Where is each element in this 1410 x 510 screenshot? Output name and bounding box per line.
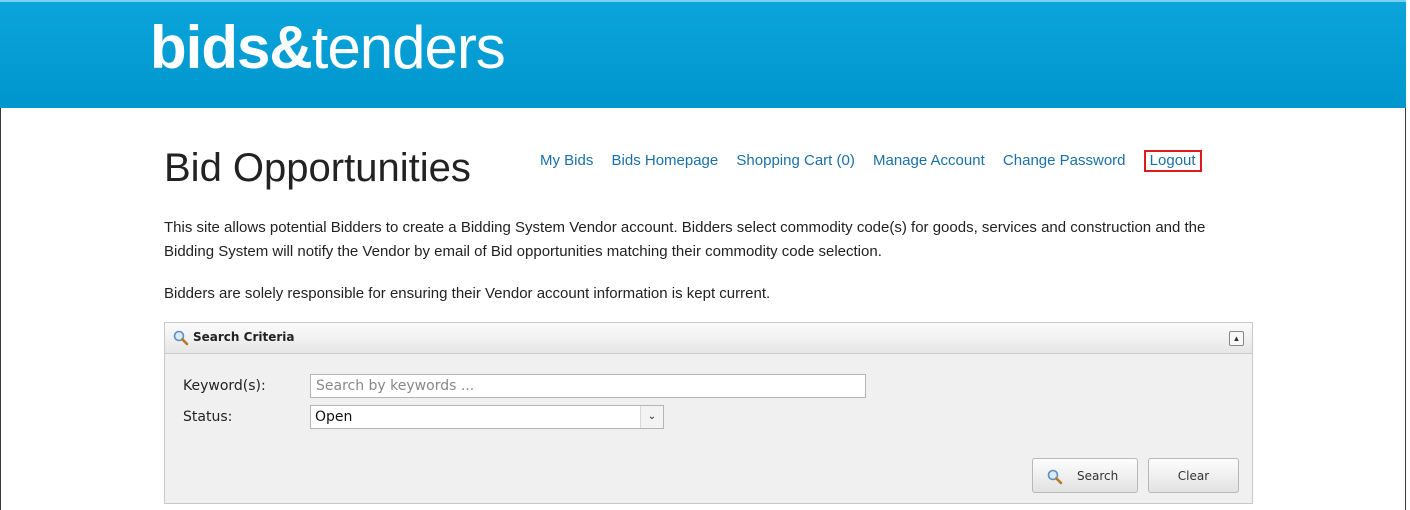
logo-light-text: tenders xyxy=(311,14,506,81)
intro-paragraph: This site allows potential Bidders to cr… xyxy=(164,219,1206,260)
top-nav: My Bids Bids Homepage Shopping Cart (0) … xyxy=(540,150,1202,172)
clear-button[interactable]: Clear xyxy=(1148,458,1239,493)
keyword-input[interactable] xyxy=(310,374,866,398)
panel-title: Search Criteria xyxy=(193,330,295,344)
status-select[interactable]: Open ⌄ xyxy=(310,405,664,429)
search-icon xyxy=(1047,469,1063,485)
nav-my-bids[interactable]: My Bids xyxy=(540,152,593,169)
chevron-down-icon[interactable]: ⌄ xyxy=(640,406,663,428)
nav-shopping-cart[interactable]: Shopping Cart (0) xyxy=(736,152,854,169)
logo-bold-text: bids& xyxy=(150,14,313,81)
magnifier-icon xyxy=(173,330,189,346)
nav-change-password[interactable]: Change Password xyxy=(1003,152,1126,169)
site-logo[interactable]: bids&tenders xyxy=(150,12,506,84)
keyword-label: Keyword(s): xyxy=(183,378,266,394)
status-label: Status: xyxy=(183,409,233,425)
clear-button-label: Clear xyxy=(1177,469,1210,483)
nav-bids-homepage[interactable]: Bids Homepage xyxy=(612,152,719,169)
nav-manage-account[interactable]: Manage Account xyxy=(873,152,985,169)
site-header: bids&tenders xyxy=(0,0,1406,108)
status-selected-value: Open xyxy=(315,409,353,425)
nav-logout[interactable]: Logout xyxy=(1143,150,1202,172)
collapse-up-icon[interactable]: ▲ xyxy=(1229,331,1244,346)
search-criteria-panel: Search Criteria ▲ Keyword(s): Status: Op… xyxy=(164,322,1253,504)
panel-header[interactable]: Search Criteria ▲ xyxy=(165,323,1252,354)
intro-note: Bidders are solely responsible for ensur… xyxy=(164,285,771,302)
search-button-label: Search xyxy=(1077,469,1119,483)
page-title: Bid Opportunities xyxy=(164,146,471,190)
search-button[interactable]: Search xyxy=(1032,458,1138,493)
